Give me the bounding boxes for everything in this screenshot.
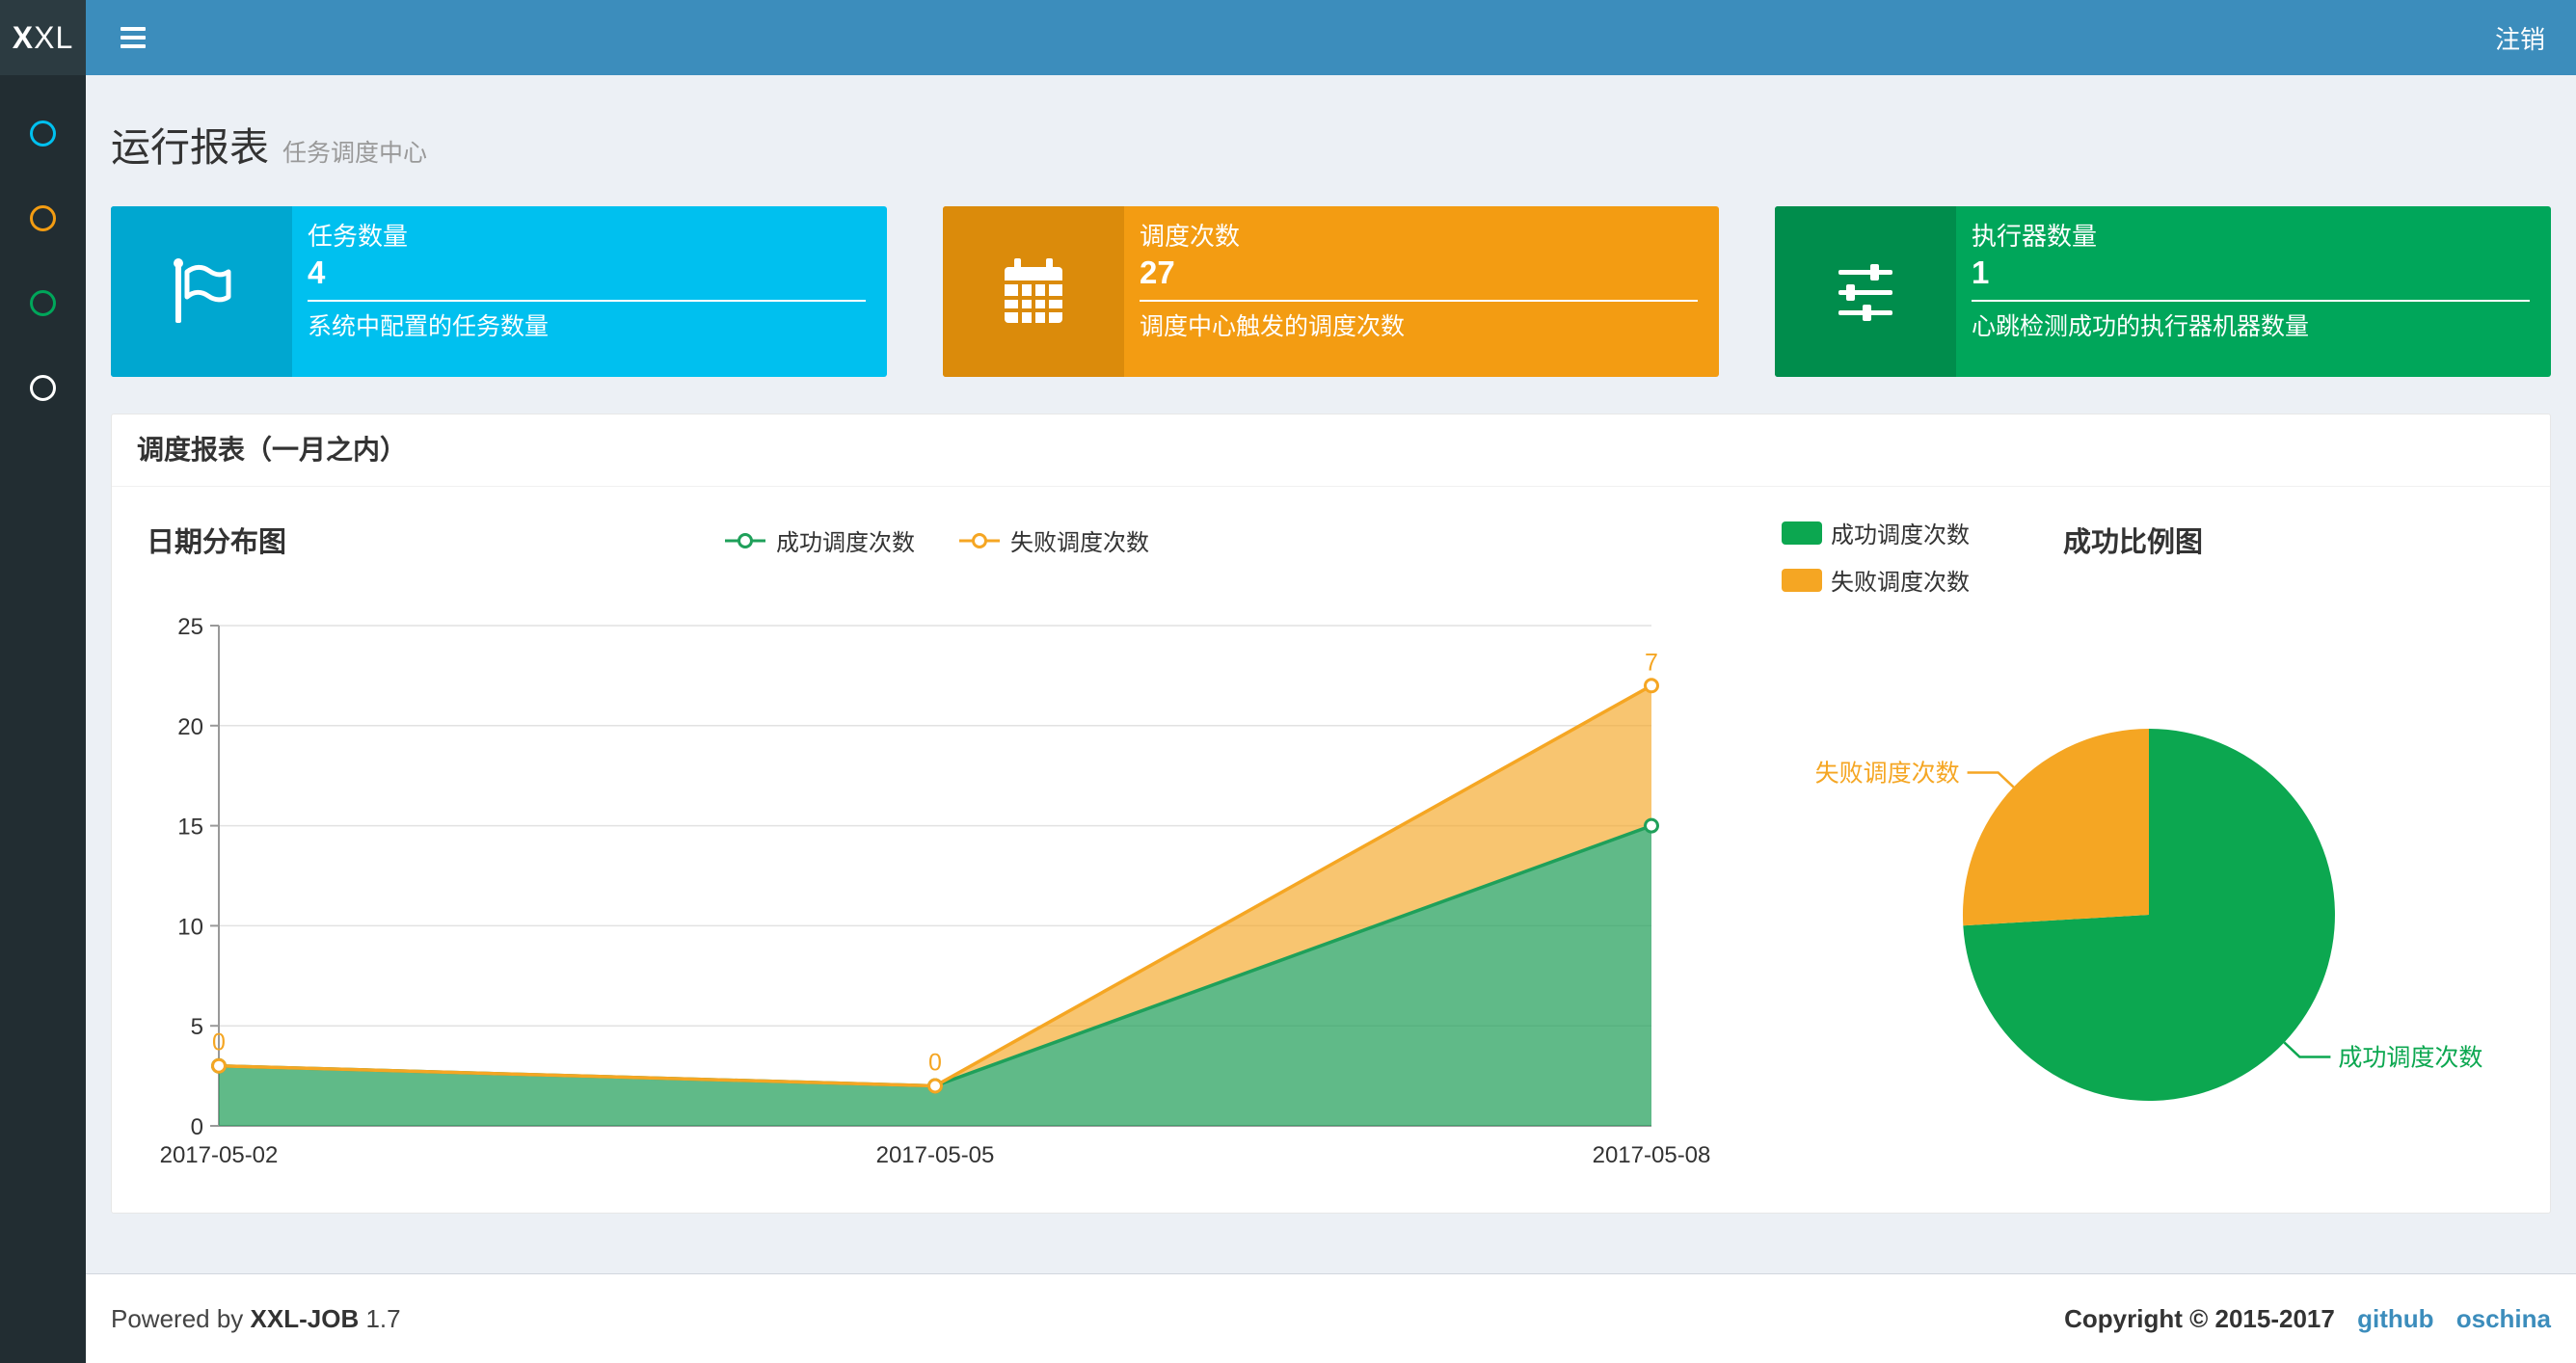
sidebar (0, 75, 86, 1363)
top-navbar: X XL 注销 (0, 0, 2576, 75)
sliders-icon (1775, 206, 1956, 377)
y-axis-tick-label: 5 (191, 1014, 203, 1040)
powered-prefix: Powered by (111, 1303, 244, 1333)
pie-chart-title: 成功比例图 (2063, 527, 2204, 558)
line-chart-legend: 成功调度次数 失败调度次数 (220, 523, 1652, 557)
page-header: 运行报表 任务调度中心 (111, 124, 2551, 177)
info-box-desc: 心跳检测成功的执行器机器数量 (1972, 313, 2310, 340)
legend-item-fail[interactable]: 失败调度次数 (957, 523, 1149, 557)
info-box-value: 1 (1972, 254, 1990, 290)
x-axis-tick-label: 2017-05-08 (1593, 1142, 1711, 1168)
legend-item-success[interactable]: 成功调度次数 (1782, 516, 1970, 549)
logo-text: XL (34, 19, 74, 55)
legend-label: 失败调度次数 (1831, 570, 1970, 596)
fail-point-label: 0 (928, 1049, 942, 1076)
brand-name: XXL-JOB (250, 1303, 360, 1333)
info-box-title: 执行器数量 (1972, 222, 2098, 251)
circle-icon (30, 374, 56, 401)
pie-legend-swatch-icon (1782, 521, 1822, 545)
circle-icon (30, 289, 56, 316)
line-legend-marker-icon (957, 531, 1002, 550)
fail-point-marker (927, 1078, 943, 1094)
info-box-row: 任务数量 4 系统中配置的任务数量 调度次数 27 调度中心触发的调度次数 执行… (111, 206, 2551, 377)
info-box-title: 任务数量 (308, 222, 409, 251)
legend-label: 失败调度次数 (1010, 530, 1149, 556)
navbar-main: 注销 (86, 0, 2576, 75)
circle-icon (30, 120, 56, 147)
github-link[interactable]: github (2357, 1304, 2433, 1333)
info-box-title: 调度次数 (1140, 222, 1241, 251)
pie-chart-legend: 成功调度次数 失败调度次数 (1782, 516, 1970, 597)
pie-legend-swatch-icon (1782, 568, 1822, 592)
sidebar-item-log[interactable] (0, 175, 86, 260)
pie-leader-line (1967, 771, 2015, 788)
info-box-executors: 执行器数量 1 心跳检测成功的执行器机器数量 (1775, 206, 2551, 377)
fail-point-marker (211, 1057, 227, 1074)
sidebar-item-other[interactable] (0, 345, 86, 430)
info-box-jobs: 任务数量 4 系统中配置的任务数量 (111, 206, 887, 377)
divider (1972, 300, 2530, 302)
y-axis-tick-label: 25 (177, 614, 203, 640)
page-title: 运行报表 任务调度中心 (111, 124, 2551, 177)
hamburger-bar (121, 44, 146, 48)
info-box-content: 调度次数 27 调度中心触发的调度次数 (1124, 206, 1719, 377)
logout-link[interactable]: 注销 (2495, 20, 2545, 56)
page-subtitle: 任务调度中心 (282, 140, 428, 167)
fail-point-marker (1644, 678, 1659, 694)
y-axis-tick-label: 10 (177, 914, 203, 940)
info-box-desc: 系统中配置的任务数量 (308, 313, 550, 340)
y-axis-tick-label: 20 (177, 714, 203, 740)
x-axis-tick-label: 2017-05-02 (160, 1142, 279, 1168)
page-title-text: 运行报表 (111, 125, 269, 170)
x-axis-tick-label: 2017-05-05 (876, 1142, 995, 1168)
y-axis-tick-label: 0 (191, 1114, 203, 1140)
divider (1140, 300, 1698, 302)
legend-label: 成功调度次数 (1831, 522, 1970, 548)
panel-body: 日期分布图 成功调度次数 失败调度次数 成功调度次数 失败调度次数 成功比例图 … (112, 487, 2550, 1213)
pie-callout-label: 成功调度次数 (2338, 1045, 2482, 1072)
pie-callout-label: 失败调度次数 (1815, 761, 1960, 788)
success-point-marker (1644, 817, 1659, 834)
legend-label: 成功调度次数 (776, 530, 915, 556)
info-box-value: 27 (1140, 254, 1175, 290)
line-legend-marker-icon (723, 531, 767, 550)
footer: Powered by XXL-JOB 1.7 Copyright © 2015-… (86, 1273, 2576, 1363)
sidebar-item-job[interactable] (0, 260, 86, 345)
info-box-desc: 调度中心触发的调度次数 (1140, 313, 1406, 340)
sidebar-item-report[interactable] (0, 91, 86, 175)
oschina-link[interactable]: oschina (2456, 1304, 2551, 1333)
powered-by: Powered by XXL-JOB 1.7 (111, 1304, 401, 1334)
logo-text-bold: X (12, 19, 35, 55)
content-wrapper: 运行报表 任务调度中心 任务数量 4 系统中配置的任务数量 调度次数 27 调度… (86, 75, 2576, 1363)
pie-leader-line (2283, 1041, 2331, 1058)
flag-icon (111, 206, 292, 377)
legend-item-fail[interactable]: 失败调度次数 (1782, 563, 1970, 597)
fail-point-label: 0 (212, 1029, 226, 1056)
hamburger-bar (121, 27, 146, 31)
divider (308, 300, 866, 302)
pie-slice-1 (1962, 729, 2149, 926)
circle-icon (30, 204, 56, 231)
fail-point-label: 7 (1645, 649, 1658, 676)
footer-right: Copyright © 2015-2017 github oschina (2064, 1304, 2551, 1334)
copyright-text: Copyright © 2015-2017 (2064, 1303, 2335, 1333)
panel-title: 调度报表（一月之内） (112, 414, 2550, 487)
charts-canvas: 05101520252017-05-02 2017-05-05 2017-05-08… (160, 614, 2483, 1168)
info-box-content: 任务数量 4 系统中配置的任务数量 (292, 206, 887, 377)
sidebar-toggle-icon[interactable] (117, 19, 149, 56)
app-logo[interactable]: X XL (0, 0, 86, 75)
info-box-value: 4 (308, 254, 326, 290)
brand-version: 1.7 (365, 1303, 401, 1333)
hamburger-bar (121, 36, 146, 40)
calendar-icon (943, 206, 1124, 377)
info-box-content: 执行器数量 1 心跳检测成功的执行器机器数量 (1956, 206, 2551, 377)
report-panel: 调度报表（一月之内） 日期分布图 成功调度次数 失败调度次数 成功调度次数 失败… (111, 414, 2551, 1214)
y-axis-tick-label: 15 (177, 815, 203, 841)
info-box-triggers: 调度次数 27 调度中心触发的调度次数 (943, 206, 1719, 377)
legend-item-success[interactable]: 成功调度次数 (723, 523, 915, 557)
